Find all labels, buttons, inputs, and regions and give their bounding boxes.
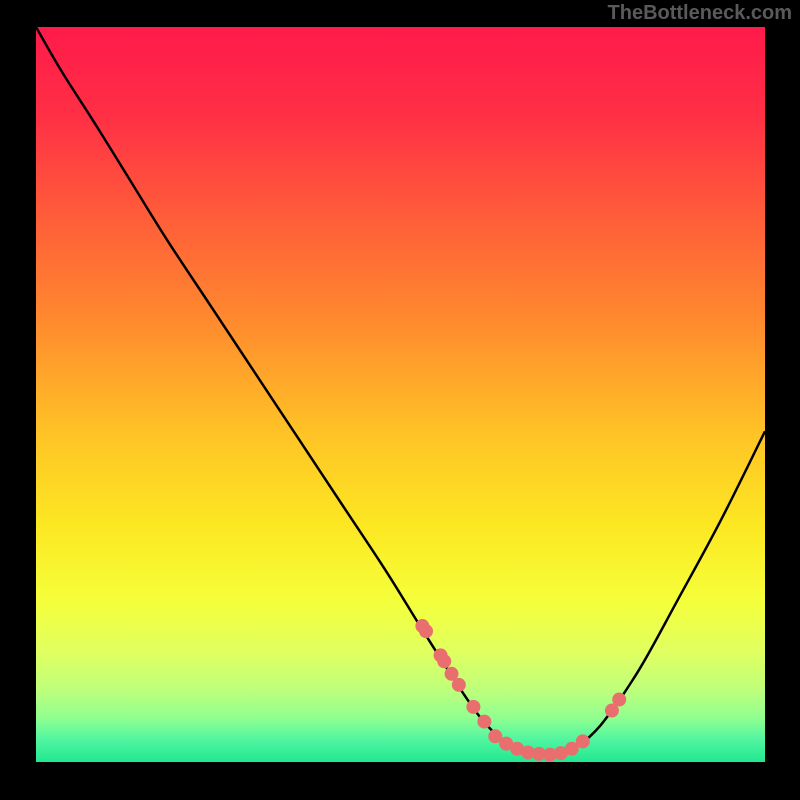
data-marker (477, 715, 491, 729)
data-marker (437, 654, 451, 668)
curve-line (36, 27, 765, 755)
chart-svg (36, 27, 765, 762)
watermark-text: TheBottleneck.com (608, 2, 792, 25)
data-marker (452, 678, 466, 692)
data-markers (415, 619, 626, 762)
data-marker (466, 700, 480, 714)
data-marker (419, 624, 433, 638)
data-marker (612, 693, 626, 707)
data-marker (576, 734, 590, 748)
plot-area (36, 27, 765, 762)
